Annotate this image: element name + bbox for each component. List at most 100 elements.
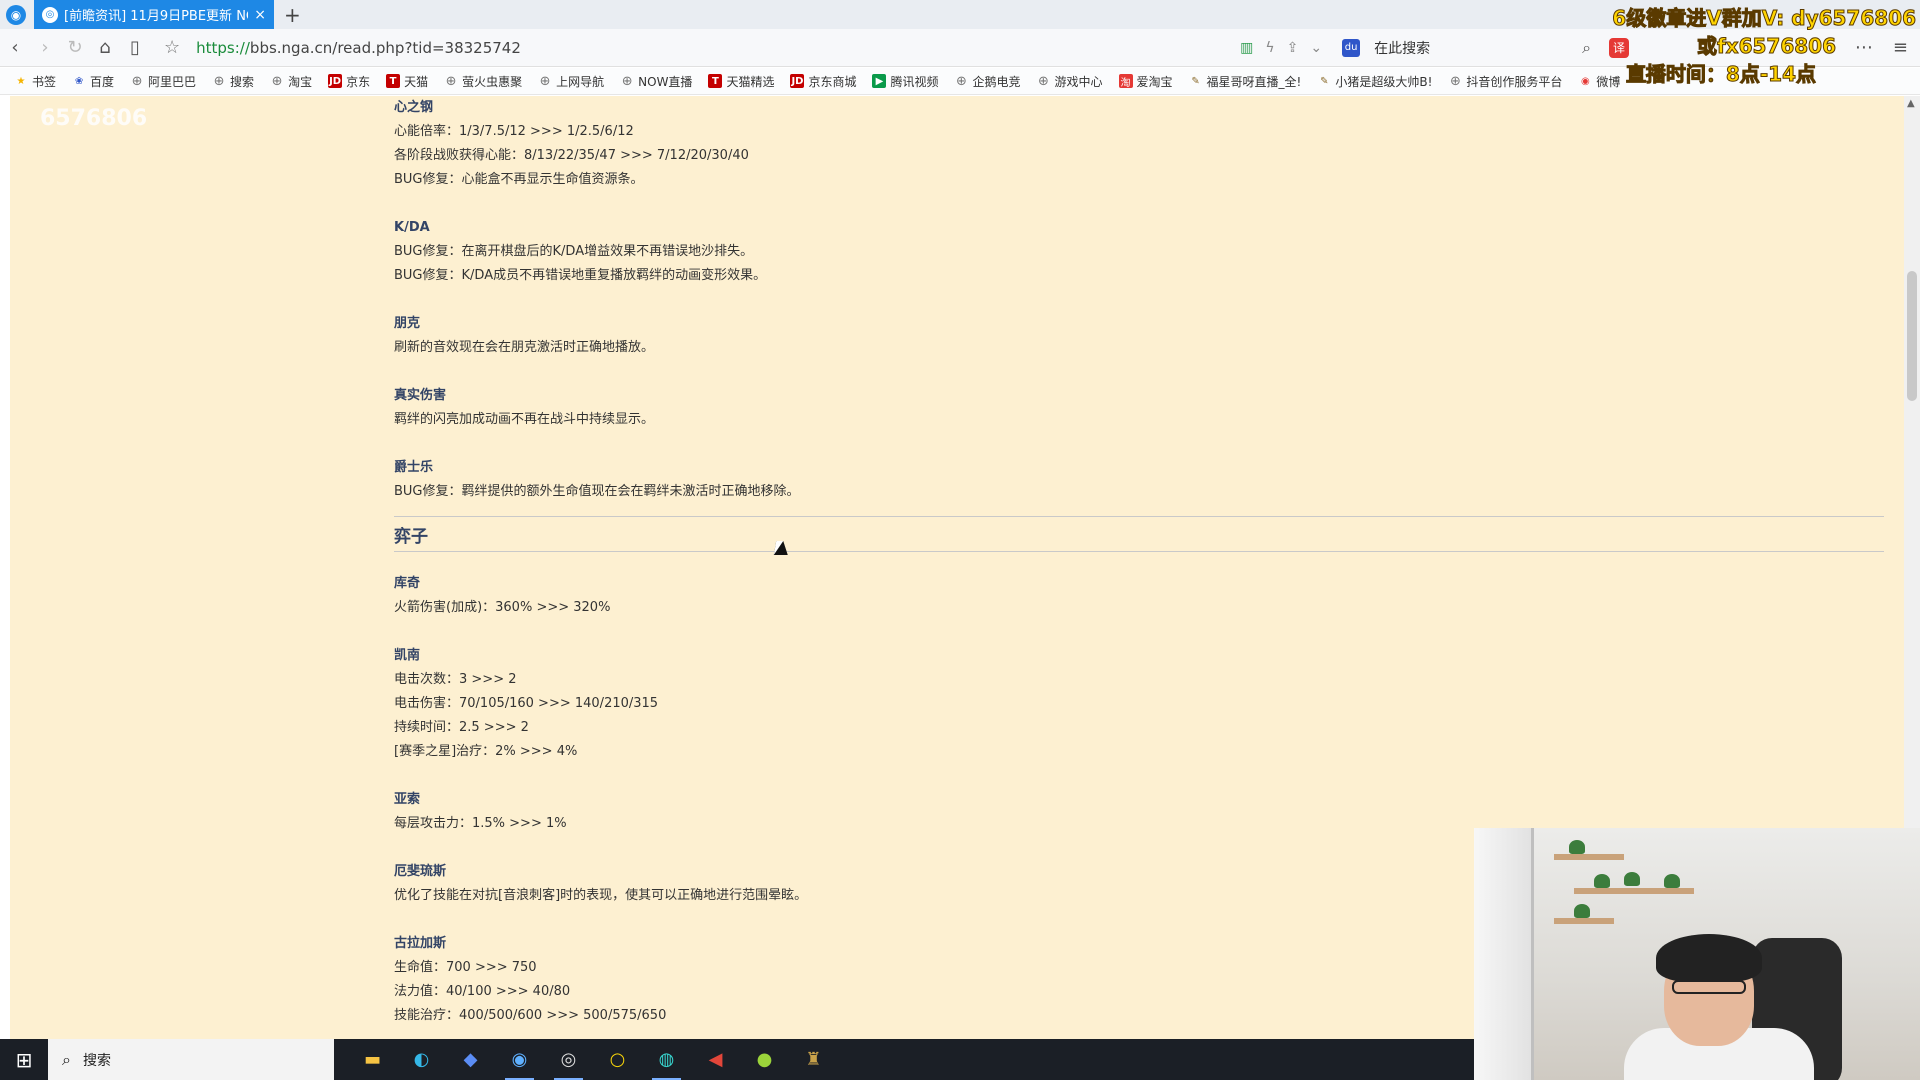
stream-overlay-text: 6级徽章进V群加V: dy6576806 或fx6576806 直播时间：8点-… (1612, 4, 1917, 88)
patch-note-line: BUG修复：K/DA成员不再错误地重复播放羁绊的动画变形效果。 (394, 268, 767, 283)
watermark-text: 6576806 (40, 106, 148, 131)
obs-icon[interactable]: ◎ (544, 1039, 593, 1080)
bookmark-item[interactable]: ✎ 福星哥呀直播_全! (1189, 73, 1302, 90)
bookmark-item[interactable]: JD 京东商城 (790, 73, 856, 90)
refresh-button[interactable]: ↻ (60, 37, 90, 58)
bookmark-item[interactable]: ❀ 百度 (72, 73, 114, 90)
lightning-icon[interactable]: ϟ (1265, 40, 1274, 56)
globe-icon: ⊕ (131, 73, 143, 89)
bookmark-item[interactable]: ⊕ 游戏中心 (1037, 73, 1102, 90)
bookmark-item[interactable]: ⊕ 淘宝 (270, 73, 312, 90)
patch-note-line: 刷新的音效现在会在朋克激活时正确地播放。 (394, 340, 655, 355)
block-heading: 真实伤害 (394, 388, 447, 403)
webcam-shelf (1574, 888, 1694, 894)
app-blue-icon[interactable]: ◆ (446, 1039, 495, 1080)
block-heading: 亚索 (394, 792, 421, 807)
back-button[interactable]: ‹ (0, 37, 30, 58)
app-teal-icon[interactable]: ◍ (642, 1039, 691, 1080)
file-explorer-icon[interactable]: ▬ (348, 1039, 397, 1080)
bookmark-label: 上网导航 (556, 74, 605, 89)
globe-icon: ⊕ (1449, 73, 1461, 89)
bookmark-label: 抖音创作服务平台 (1466, 74, 1563, 89)
webcam-plant (1574, 904, 1590, 918)
url-input[interactable]: https://bbs.nga.cn/read.php?tid=38325742 (196, 39, 1216, 57)
league-icon[interactable]: ♜ (789, 1039, 838, 1080)
webcam-person-hair (1656, 934, 1762, 982)
active-tab[interactable]: ◎ [前瞻资讯] 11月9日PBE更新 NGA玩家社区 × (34, 0, 274, 29)
bookmark-item[interactable]: ✎ 小猪是超级大帅B! (1317, 73, 1432, 90)
search-placeholder: 在此搜索 (1374, 40, 1431, 57)
search-box[interactable]: du 在此搜索 (1342, 38, 1574, 58)
patch-note-block: 真实伤害 羁绊的闪亮加成动画不再在战斗中持续显示。 (394, 384, 1904, 456)
paw-icon: ❀ (74, 75, 84, 87)
webcam-plant (1624, 872, 1640, 886)
section-header: 弈子 (394, 516, 1884, 552)
reader-button[interactable]: ▯ (120, 37, 150, 58)
globe-icon: ⊕ (213, 73, 225, 89)
app-green-icon[interactable]: ● (740, 1039, 789, 1080)
patch-note-line: 各阶段战败获得心能：8/13/22/35/47 >>> 7/12/20/30/4… (394, 148, 749, 163)
patch-note-block: K/DA BUG修复：在离开棋盘后的K/DA增益效果不再错误地沙排失。 BUG修复：… (394, 216, 1904, 312)
taskbar-search[interactable]: ⌕ 搜索 (48, 1039, 334, 1080)
browser-taskbar-icon[interactable]: ◉ (495, 1039, 544, 1080)
bookmark-item[interactable]: ⊕ 搜索 (212, 73, 254, 90)
bookmark-item[interactable]: T 天猫 (386, 73, 428, 90)
app-yellow-icon[interactable]: ○ (593, 1039, 642, 1080)
bookmark-label: 福星哥呀直播_全! (1206, 74, 1302, 89)
browser-logo-icon[interactable]: ◉ (6, 4, 26, 25)
bookmark-star-icon[interactable]: ☆ (164, 37, 180, 58)
forward-button[interactable]: › (30, 37, 60, 58)
bookmark-item[interactable]: ⊕ 抖音创作服务平台 (1448, 73, 1562, 90)
globe-icon: ⊕ (956, 73, 967, 89)
bookmark-item[interactable]: ⊕ 上网导航 (538, 73, 604, 90)
bookmark-item[interactable]: ⊕ 阿里巴巴 (130, 73, 196, 90)
bookmark-item[interactable]: T 天猫精选 (708, 73, 774, 90)
patch-note-line: 电击次数：3 >>> 2 (394, 672, 517, 687)
scroll-up-icon[interactable]: ▲ (1907, 98, 1915, 109)
scroll-thumb[interactable] (1907, 271, 1917, 401)
block-heading: 心之钢 (394, 100, 434, 115)
globe-icon: ⊕ (1038, 73, 1049, 89)
block-heading: 凯南 (394, 648, 421, 663)
chevron-down-icon[interactable]: ⌄ (1310, 40, 1322, 56)
app-red-icon[interactable]: ◀ (691, 1039, 740, 1080)
patch-note-line: BUG修复：心能盒不再显示生命值资源条。 (394, 172, 644, 187)
edge-icon[interactable]: ◐ (397, 1039, 446, 1080)
bookmark-label: 天猫精选 (726, 74, 775, 89)
search-icon[interactable]: ⌕ (1582, 38, 1591, 58)
bookmark-item[interactable]: JD 京东 (328, 73, 370, 90)
bookmark-item[interactable]: ⊕ 萤火虫惠聚 (444, 73, 522, 90)
overlay-line-3: 直播时间：8点-14点 (1625, 62, 1816, 87)
tab-close-icon[interactable]: × (254, 7, 266, 23)
bookmark-item[interactable]: ⊕ NOW直播 (620, 73, 693, 90)
reading-mode-icon[interactable]: ▥ (1240, 40, 1253, 56)
block-heading: 朋克 (394, 316, 421, 331)
patch-note-block: 凯南 电击次数：3 >>> 2 电击伤害：70/105/160 >>> 140/21… (394, 644, 1904, 788)
patch-note-line: 火箭伤害(加成)：360% >>> 320% (394, 600, 611, 615)
patch-note-line: [赛季之星]治疗：2% >>> 4% (394, 744, 578, 759)
share-icon[interactable]: ⇪ (1287, 40, 1299, 56)
patch-note-line: 心能倍率：1/3/7.5/12 >>> 1/2.5/6/12 (394, 124, 634, 139)
windows-start-icon[interactable]: ⊞ (0, 1039, 48, 1080)
baidu-icon[interactable]: du (1342, 38, 1361, 57)
mouse-cursor-icon (773, 541, 791, 555)
search-icon: ⌕ (62, 1049, 71, 1069)
section-title: 弈子 (394, 526, 428, 547)
bookmark-item[interactable]: 淘爱淘宝 (1118, 73, 1173, 90)
bookmark-item[interactable]: ★ 书签 (14, 73, 57, 90)
bookmark-item[interactable]: ⊕ 企鹅电竞 (954, 73, 1020, 90)
block-heading: K/DA (394, 220, 430, 235)
feather-icon: ✎ (1191, 75, 1200, 87)
globe-icon: ⊕ (271, 73, 283, 89)
patch-note-block: 爵士乐 BUG修复：羁绊提供的额外生命值现在会在羁绊未激活时正确地移除。 (394, 456, 1904, 504)
new-tab-button[interactable]: + (284, 3, 301, 27)
bookmark-label: 萤火虫惠聚 (462, 74, 523, 89)
bookmark-item[interactable]: ▶ 腾讯视频 (872, 73, 938, 90)
patch-note-block: 心之钢心能倍率：1/3/7.5/12 >>> 1/2.5/6/12 各阶段战败获得… (394, 96, 1904, 216)
home-button[interactable]: ⌂ (90, 37, 120, 58)
webcam-plant (1664, 874, 1680, 888)
